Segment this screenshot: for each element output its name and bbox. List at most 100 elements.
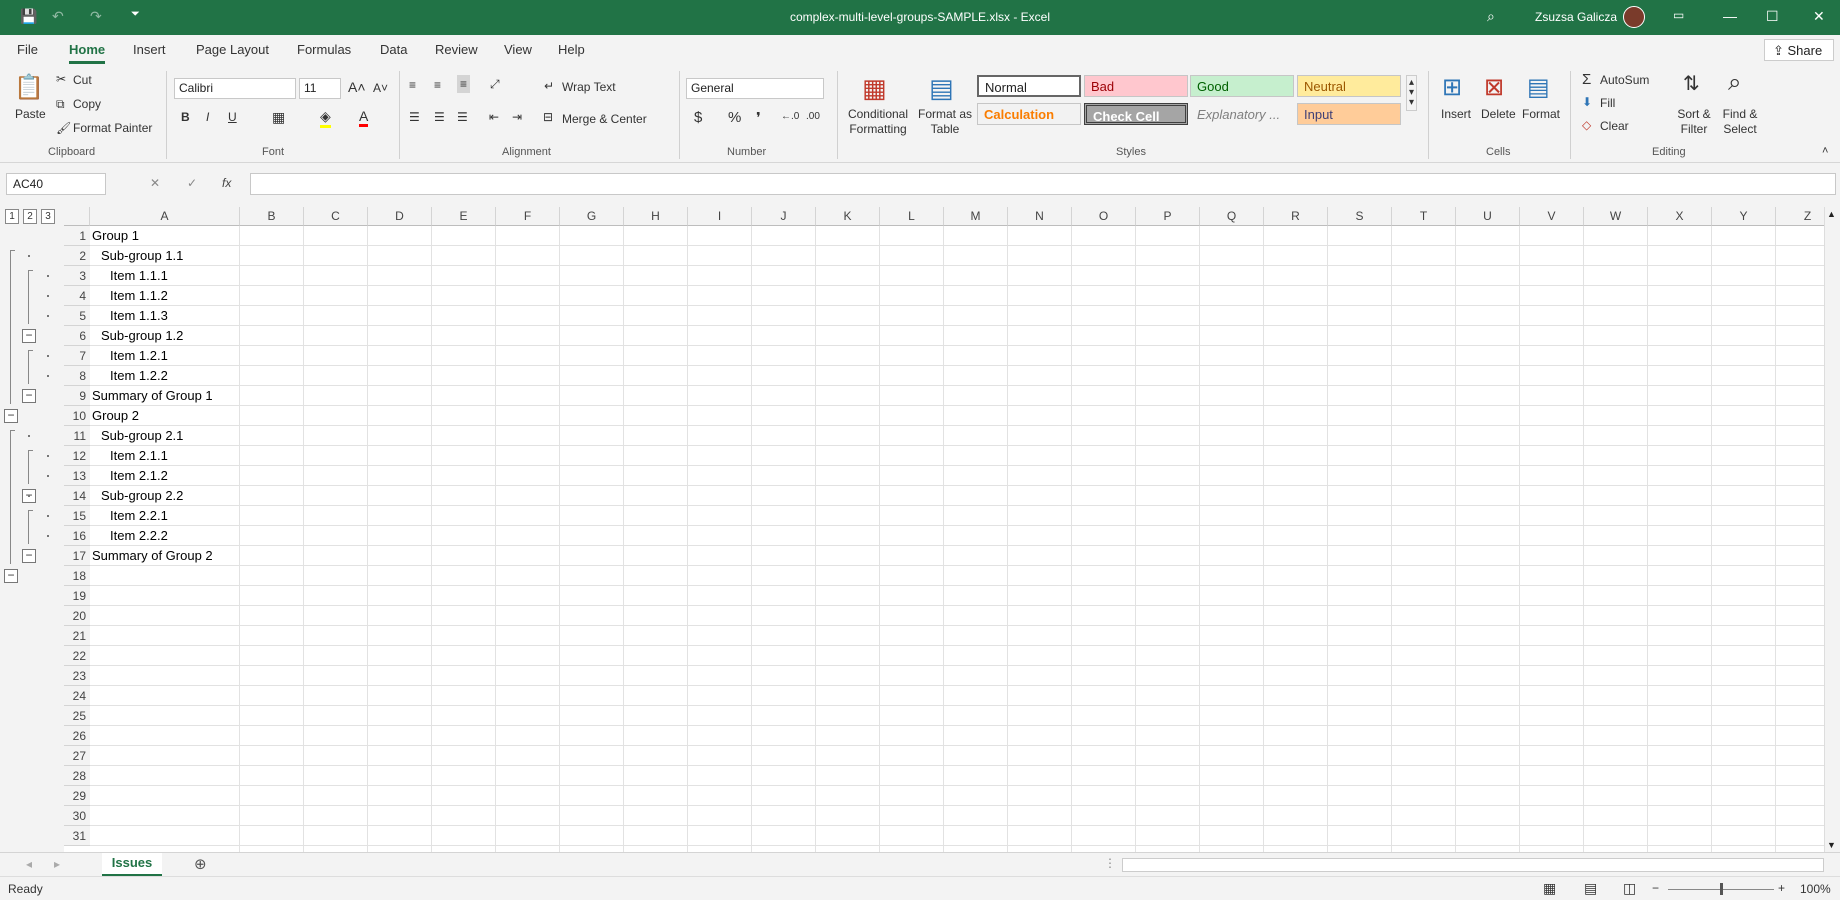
maximize-icon[interactable]: ☐ [1766, 8, 1779, 25]
close-icon[interactable]: ✕ [1813, 8, 1825, 25]
row-header[interactable]: 8 [64, 366, 90, 386]
decrease-decimal-icon[interactable]: .00 [806, 111, 820, 122]
cell-a[interactable]: Item 2.2.1 [91, 506, 168, 526]
column-header[interactable]: Z [1776, 207, 1824, 226]
outline-collapse-button[interactable]: − [4, 569, 18, 583]
column-header[interactable]: I [688, 207, 752, 226]
orientation-icon[interactable]: ⤢ [490, 77, 500, 92]
align-middle-icon[interactable]: ≡ [434, 78, 441, 92]
name-box[interactable]: AC40 [6, 173, 106, 195]
column-header[interactable]: G [560, 207, 624, 226]
increase-decimal-icon[interactable]: ←.0 [781, 111, 799, 122]
copy-button[interactable]: Copy [73, 97, 101, 111]
clear-button[interactable]: Clear [1600, 119, 1629, 133]
column-header[interactable]: H [624, 207, 688, 226]
column-header[interactable]: D [368, 207, 432, 226]
find-select-button[interactable]: Find & Select [1717, 107, 1763, 137]
row-header[interactable]: 7 [64, 346, 90, 366]
wrap-text-button[interactable]: Wrap Text [562, 80, 616, 94]
row-header[interactable]: 25 [64, 706, 90, 726]
column-header[interactable]: V [1520, 207, 1584, 226]
increase-font-icon[interactable]: A˄ [348, 79, 366, 95]
percent-button[interactable]: % [728, 109, 741, 126]
horizontal-scrollbar[interactable] [1122, 858, 1824, 872]
row-header[interactable]: 23 [64, 666, 90, 686]
outline-level-1-button[interactable]: 1 [5, 209, 19, 224]
style-good[interactable]: Good [1190, 75, 1294, 97]
delete-cells-icon[interactable]: ⊠ [1484, 73, 1504, 102]
row-header[interactable]: 2 [64, 246, 90, 266]
column-header[interactable]: Y [1712, 207, 1776, 226]
cell-a[interactable]: Sub-group 1.1 [91, 246, 183, 266]
cell-a[interactable]: Summary of Group 1 [91, 386, 213, 406]
column-header[interactable]: L [880, 207, 944, 226]
outline-collapse-button[interactable]: − [22, 329, 36, 343]
column-header[interactable]: J [752, 207, 816, 226]
column-header[interactable]: K [816, 207, 880, 226]
column-header[interactable]: S [1328, 207, 1392, 226]
tab-view[interactable]: View [504, 42, 532, 57]
tab-page-layout[interactable]: Page Layout [196, 42, 269, 57]
cell-a[interactable]: Sub-group 2.1 [91, 426, 183, 446]
page-layout-view-icon[interactable]: ▤ [1584, 880, 1597, 897]
column-header[interactable]: C [304, 207, 368, 226]
fill-color-icon[interactable]: ◈ [320, 108, 331, 128]
delete-cells-button[interactable]: Delete [1481, 107, 1516, 121]
zoom-slider-thumb[interactable] [1720, 883, 1723, 895]
worksheet-grid[interactable]: A B C D E F G H I J K L M N O P Q R S T U V W X Y Z 1 Group 1 2 Sub-g… [64, 207, 1824, 852]
row-header[interactable]: 16 [64, 526, 90, 546]
scroll-up-icon[interactable]: ▲ [1827, 209, 1836, 219]
format-as-table-button[interactable]: Format as Table [918, 107, 972, 137]
enter-icon[interactable]: ✓ [187, 176, 197, 190]
cell-a[interactable]: Item 1.1.1 [91, 266, 168, 286]
column-header[interactable]: M [944, 207, 1008, 226]
tab-review[interactable]: Review [435, 42, 478, 57]
autosum-icon[interactable]: Σ [1582, 71, 1591, 88]
row-header[interactable]: 20 [64, 606, 90, 626]
prev-sheet-icon[interactable]: ◂ [26, 857, 32, 871]
row-header[interactable]: 27 [64, 746, 90, 766]
underline-button[interactable]: U [228, 110, 237, 124]
tab-home[interactable]: Home [69, 42, 106, 64]
merge-center-button[interactable]: Merge & Center [562, 112, 647, 126]
italic-button[interactable]: I [206, 110, 209, 124]
font-size-dropdown[interactable]: 11 [299, 78, 341, 99]
cut-icon[interactable]: ✂ [56, 72, 66, 86]
add-sheet-icon[interactable]: ⊕ [194, 855, 207, 873]
sort-filter-icon[interactable]: ⇅ [1683, 71, 1700, 96]
fill-button[interactable]: Fill [1600, 96, 1615, 110]
align-center-icon[interactable]: ☰ [434, 110, 445, 124]
collapse-ribbon-icon[interactable]: ˄ [1822, 145, 1828, 157]
insert-function-button[interactable]: fx [222, 176, 231, 190]
outline-collapse-button[interactable]: − [4, 409, 18, 423]
number-format-dropdown[interactable]: General [686, 78, 824, 99]
font-family-dropdown[interactable]: Calibri [174, 78, 296, 99]
style-input[interactable]: Input [1297, 103, 1401, 125]
autosum-button[interactable]: AutoSum [1600, 73, 1649, 87]
comma-button[interactable]: ❜ [756, 109, 761, 127]
cell-a[interactable]: Summary of Group 2 [91, 546, 213, 566]
row-header[interactable]: 15 [64, 506, 90, 526]
cell-a[interactable]: Item 1.2.2 [91, 366, 168, 386]
column-header[interactable]: P [1136, 207, 1200, 226]
normal-view-icon[interactable]: ▦ [1543, 880, 1556, 897]
copy-icon[interactable]: ⧉ [56, 97, 65, 112]
row-header[interactable]: 31 [64, 826, 90, 846]
font-color-icon[interactable]: A [359, 108, 369, 127]
share-button[interactable]: ⇪ Share [1764, 39, 1834, 61]
column-header[interactable]: Q [1200, 207, 1264, 226]
currency-button[interactable]: $ [694, 109, 702, 126]
cell-a[interactable]: Item 2.1.1 [91, 446, 168, 466]
insert-cells-icon[interactable]: ⊞ [1442, 73, 1462, 102]
column-header[interactable]: F [496, 207, 560, 226]
page-break-view-icon[interactable]: ◫ [1623, 880, 1636, 897]
align-left-icon[interactable]: ☰ [409, 110, 420, 124]
avatar[interactable] [1623, 6, 1645, 28]
tab-insert[interactable]: Insert [133, 42, 166, 57]
bold-button[interactable]: B [181, 110, 190, 124]
borders-icon[interactable]: ▦ [272, 109, 285, 126]
format-as-table-icon[interactable]: ▤ [929, 73, 954, 104]
row-header[interactable]: 1 [64, 226, 90, 246]
insert-cells-button[interactable]: Insert [1441, 107, 1471, 121]
column-header[interactable]: R [1264, 207, 1328, 226]
